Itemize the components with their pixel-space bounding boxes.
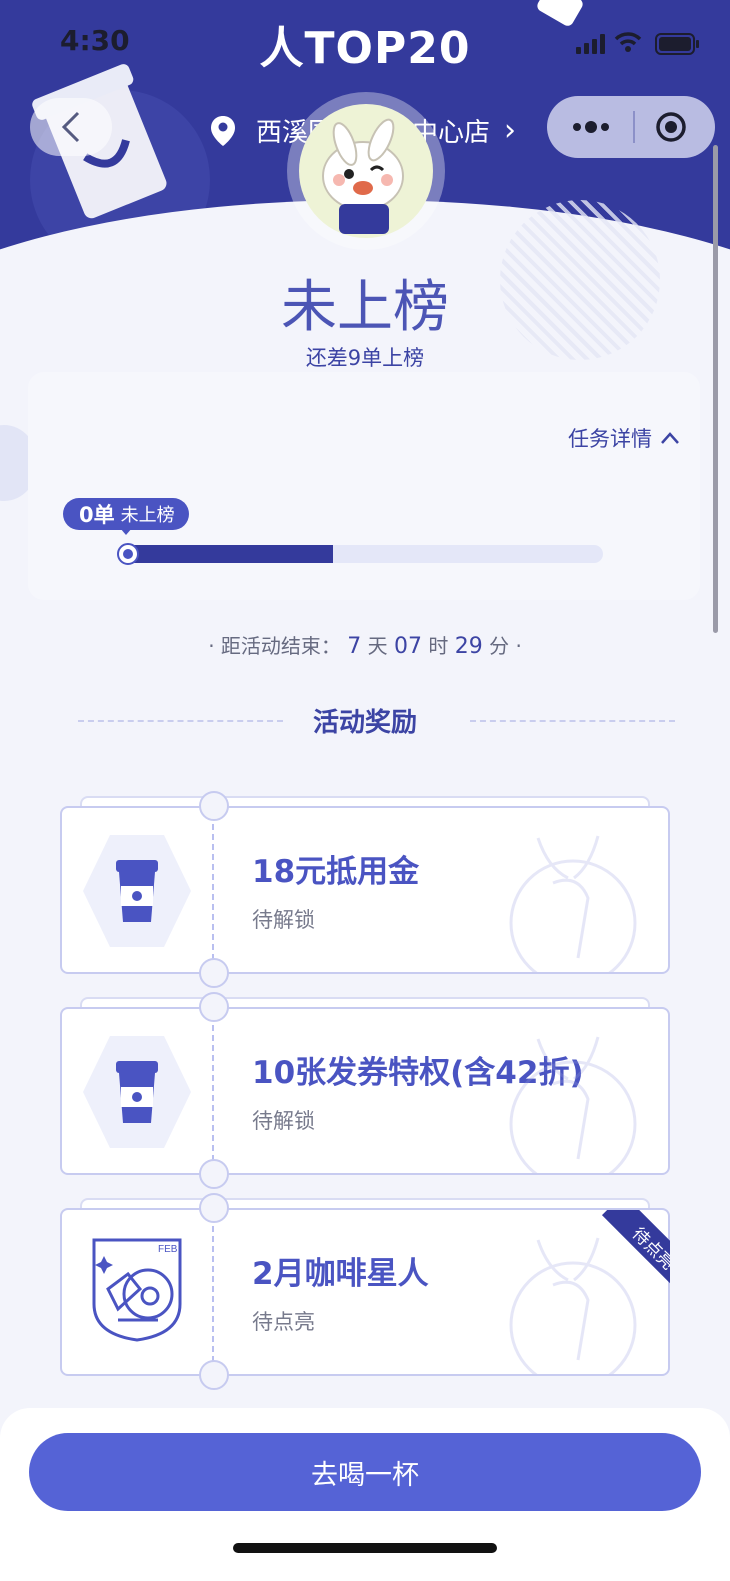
scrollbar[interactable] — [713, 145, 718, 633]
back-button[interactable] — [30, 98, 112, 156]
card-stack-edge — [80, 1198, 650, 1208]
capsule-divider — [633, 111, 635, 143]
reward-status: 待点亮 — [252, 1310, 315, 1334]
avatar — [299, 104, 433, 238]
order-count: 0单 — [79, 503, 115, 527]
progress-marker — [117, 543, 139, 565]
ticket-notch-top — [199, 992, 229, 1022]
reward-title: 18元抵用金 — [252, 854, 420, 890]
rewards-section-title: 活动奖励 — [312, 708, 417, 738]
countdown-hours: 07 — [394, 634, 422, 659]
reward-card[interactable]: 10张发券特权(含42折) 待解锁 — [60, 1007, 670, 1175]
ticket-notch-bottom — [199, 1360, 229, 1390]
ticket-perforation — [212, 1025, 224, 1161]
home-indicator — [233, 1543, 497, 1553]
deer-watermark-icon — [509, 835, 637, 972]
countdown-minutes: 29 — [454, 634, 483, 659]
countdown-days: 7 — [347, 634, 362, 659]
ticket-notch-top — [199, 791, 229, 821]
reward-card[interactable]: FEB 2月咖啡星人 待点亮 — [60, 1208, 670, 1376]
ticket-notch-bottom — [199, 958, 229, 988]
ticket-perforation — [212, 1226, 224, 1362]
reward-icon-bg — [83, 1036, 191, 1148]
close-miniprogram-icon[interactable] — [655, 111, 687, 143]
pill-status: 未上榜 — [120, 505, 175, 526]
ribbon-label: 待点亮 — [601, 1210, 670, 1295]
task-progress-card — [28, 372, 700, 600]
badge-month: FEB — [158, 1244, 178, 1255]
corner-ribbon: 待点亮 — [585, 1210, 670, 1295]
ticket-notch-top — [199, 1193, 229, 1223]
progress-pill: 0单 未上榜 — [63, 498, 189, 530]
signal-icon — [576, 34, 605, 54]
reward-card[interactable]: 18元抵用金 待解锁 — [60, 806, 670, 974]
task-detail-label: 任务详情 — [568, 427, 652, 451]
rank-status: 未上榜 — [281, 275, 449, 340]
progress-track — [125, 545, 603, 563]
countdown-days-unit: 天 — [367, 634, 388, 658]
progress-fill — [125, 545, 333, 563]
reward-status: 待解锁 — [252, 908, 315, 932]
countdown-prefix: · 距活动结束： — [208, 634, 341, 658]
astronaut-badge-icon: FEB — [92, 1238, 182, 1342]
chevron-right-icon: › — [504, 113, 517, 148]
battery-icon — [655, 33, 699, 55]
countdown-hours-unit: 时 — [428, 634, 449, 658]
reward-icon-bg — [83, 835, 191, 947]
deer-watermark-icon — [509, 1036, 637, 1173]
drink-now-button[interactable]: 去喝一杯 — [29, 1433, 701, 1511]
chevron-up-icon — [661, 432, 679, 444]
coffee-cup-icon — [116, 860, 158, 922]
card-stack-edge — [80, 997, 650, 1007]
ticket-perforation — [212, 824, 224, 960]
coffee-cup-icon — [116, 1061, 158, 1123]
countdown-suffix: · — [515, 634, 522, 658]
wifi-icon — [614, 32, 642, 52]
activity-countdown: · 距活动结束： 7 天 07 时 29 分 · — [0, 630, 730, 659]
location-pin-icon — [211, 115, 235, 146]
pill-pointer — [120, 528, 132, 535]
task-detail-toggle[interactable]: 任务详情 — [568, 423, 680, 453]
more-icon[interactable] — [572, 117, 610, 137]
rank-hint: 还差9单上榜 — [305, 346, 425, 370]
ticket-notch-bottom — [199, 1159, 229, 1189]
mascot-illustration — [322, 118, 404, 234]
chevron-left-icon — [61, 111, 80, 143]
countdown-minutes-unit: 分 — [489, 634, 510, 658]
card-stack-edge — [80, 796, 650, 806]
reward-title: 2月咖啡星人 — [252, 1256, 429, 1292]
reward-status: 待解锁 — [252, 1109, 315, 1133]
